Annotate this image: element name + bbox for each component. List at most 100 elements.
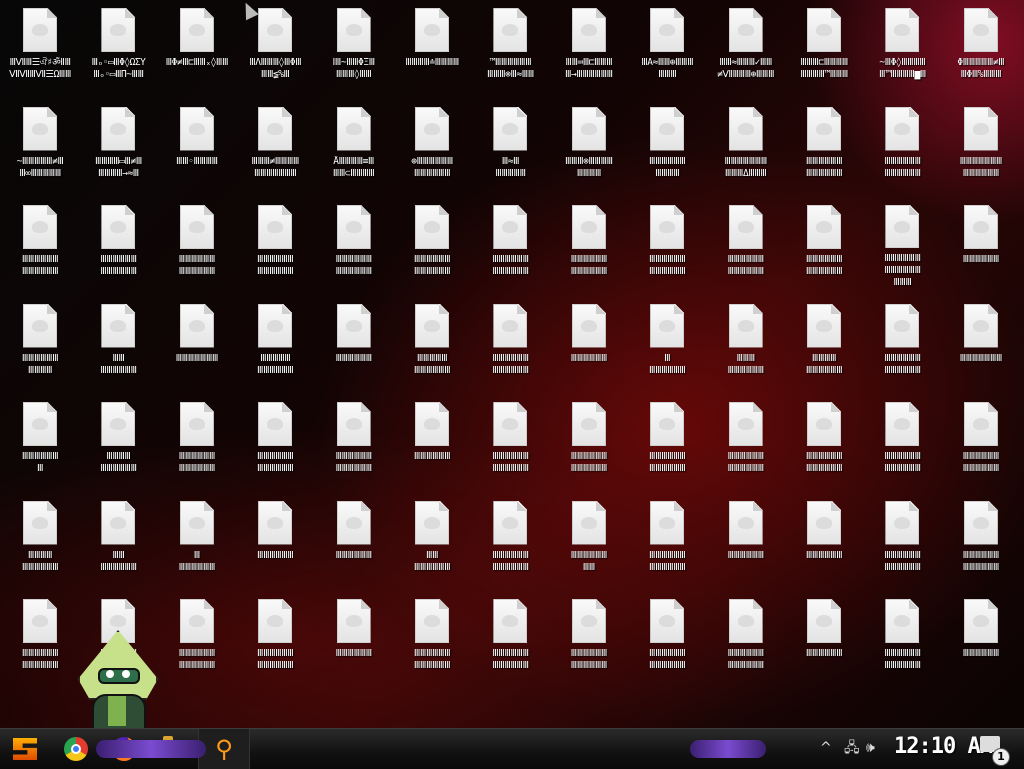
desktop-file-icon[interactable]: ΦⅢⅢⅢⅢⅢ≠Ⅲ ⅢΦⅢ%ⅢⅢⅢ <box>942 0 1020 92</box>
desktop-file-icon[interactable]: ⅢⅢⅢⅢⅢⅢ <box>942 197 1020 289</box>
desktop-file-icon[interactable]: ⅢⅢⅢⅢⅢⅢ <box>315 493 393 585</box>
desktop-file-icon[interactable]: ⅢΑ≈ⅢⅢ⊕ⅢⅢⅢ ⅢⅢⅢ <box>628 0 706 92</box>
desktop-file-icon[interactable]: ⅢⅢ ⅢⅢⅢⅢⅢⅢ <box>79 296 157 388</box>
desktop-file-icon[interactable]: ™ⅢⅢⅢⅢⅢⅢ ⅢⅢⅢ⊗Ⅲ≈ⅢⅢ <box>471 0 549 92</box>
desktop-file-icon[interactable]: ⅢⅢⅢⅢⅢⅢ ⅢⅢⅢⅢⅢⅢ <box>393 591 471 683</box>
desktop-file-icon[interactable]: ⅢⅢⅢ⊗ⅢⅢⅢⅢ ⅢⅢⅢⅢ <box>550 99 628 191</box>
desktop-file-icon[interactable]: Ⅲ ⅢⅢⅢⅢⅢⅢ <box>628 296 706 388</box>
desktop-file-icon[interactable]: ⅢⅢ≈ⅢⅢⅢ✓ⅢⅢ ≠ⅦⅢⅢⅢ⊕ⅢⅢⅢ <box>707 0 785 92</box>
file-label: ⅢⅢⅢⅢ▭Ⅲ≠Ⅲ ⅢⅢⅢⅢ→≈Ⅲ <box>95 155 142 179</box>
desktop-file-icon[interactable]: ⅢⅢⅢⅢⅢⅢ ⅢⅢⅢⅢⅢⅢ <box>158 197 236 289</box>
desktop-file-icon[interactable]: ⅢⅢⅢⅢⅢ ⅢⅢⅢⅢⅢⅢ <box>393 296 471 388</box>
desktop-file-icon[interactable]: ⅢⅢⅢⅢⅢⅢ ⅢⅢⅢⅢⅢⅢ <box>785 99 863 191</box>
desktop-file-icon[interactable]: ⅢⅢⅢⅢⅢⅢ ⅢⅢⅢⅢⅢⅢ <box>707 197 785 289</box>
desktop-file-icon[interactable]: ⅢⅢⅢⅢⅢⅢ <box>315 591 393 683</box>
desktop-file-icon[interactable]: ~ⅢΦ◊ⅢⅢⅢⅢ Ⅲ™ⅢⅢⅢⅢ▆Ⅲ <box>863 0 941 92</box>
desktop-file-icon[interactable]: ⅢⅢⅢⅢⅢⅢ ⅢⅢⅢⅢⅢⅢ <box>236 197 314 289</box>
desktop-file-icon[interactable]: ⅢⅢⅢⅢ ⅢⅢⅢⅢⅢⅢ <box>79 394 157 486</box>
desktop-file-icon[interactable]: ⅢⅦⅢ☰ঐ♯ॐⅡⅢ ⅦⅦⅢⅦ☰ΩⅢⅢ <box>1 0 79 92</box>
desktop-file-icon[interactable]: ⅢⅢⅢⅢⅢⅢ ⅢⅢⅢⅢⅢⅢ <box>628 493 706 585</box>
desktop-file-icon[interactable]: ⅢⅢⅢⅢⅢⅢ ⅢⅢⅢⅢⅢⅢ <box>785 197 863 289</box>
desktop-file-icon[interactable]: ⅢⅢⅢⅢⅢⅢ ⅢⅢⅢⅢ <box>1 296 79 388</box>
desktop-file-icon[interactable]: ⅢⅢⅢⅢⅢⅢ ⅢⅢⅢⅢⅢⅢ <box>550 197 628 289</box>
desktop-file-icon[interactable]: ⅢⅢⅢⅢ▭Ⅲ≠Ⅲ ⅢⅢⅢⅢ→≈Ⅲ <box>79 99 157 191</box>
desktop-file-icon[interactable]: ⅢⅢⅢⅢⅢⅢ <box>942 591 1020 683</box>
tray-overflow-chevron-icon[interactable]: ^ <box>820 738 832 758</box>
desktop-file-icon[interactable]: ⅢⅢⅢⅢⅢⅢ ⅢⅢⅢⅢⅢⅢ <box>315 197 393 289</box>
desktop-file-icon[interactable]: ⅢⅢⅢ ⅢⅢⅢⅢⅢⅢ <box>707 296 785 388</box>
desktop-file-icon[interactable]: ⅢⅢⅢⅢⅢⅢ ⅢⅢⅢⅢⅢⅢ <box>471 197 549 289</box>
volume-icon[interactable]: 🕪 <box>866 738 875 758</box>
desktop-file-icon[interactable]: ⅢⅢⅢ≠ⅢⅢⅢⅢ ⅢⅢⅢⅢⅢⅢⅢ <box>236 99 314 191</box>
desktop-file-icon[interactable]: ⅢⅢ ⅢⅢⅢⅢⅢⅢ <box>79 493 157 585</box>
desktop-file-icon[interactable]: ⅢⅢⅢⅢⅢⅢ ⅢⅢⅢⅢⅢⅢ <box>1 197 79 289</box>
file-icon <box>179 8 214 52</box>
desktop-file-icon[interactable]: ⅢⅢⅢⅢⅢⅢⅢ <box>942 296 1020 388</box>
desktop-file-icon[interactable]: ⅢⅢⅢⅢⅢⅢ ⅢⅢⅢⅢⅢⅢ <box>158 591 236 683</box>
network-icon[interactable]: 🖧 <box>844 738 860 758</box>
desktop-file-icon[interactable]: ⅢⅢⅢⅢⅢⅢ ⅢⅢⅢⅢⅢⅢ <box>236 394 314 486</box>
desktop-file-icon[interactable]: ⅢⅢⅢⅢⅢⅢ ⅢⅢⅢⅢⅢⅢ <box>863 99 941 191</box>
file-icon <box>963 402 998 446</box>
desktop-file-icon[interactable]: ⅢⅢⅢⅢⅢⅢ <box>236 493 314 585</box>
desktop-file-icon[interactable]: ⅢⅢⅢⅢⅢⅢ ⅢⅢ <box>550 493 628 585</box>
desktop-file-icon[interactable]: ⅢⅢⅢⅢⅢⅢ ⅢⅢⅢⅢⅢⅢ <box>707 394 785 486</box>
desktop-file-icon[interactable]: Ⅲ ⅢⅢⅢⅢⅢⅢ <box>158 493 236 585</box>
desktop-file-icon[interactable]: ⅢⅢⅢⅢⅢⅢ <box>785 591 863 683</box>
desktop-file-icon[interactable]: ⅢⅢⅢⅢⅢⅢ ⅢⅢⅢⅢⅢⅢ <box>393 197 471 289</box>
desktop-file-icon[interactable]: ⅠⅢ~ⅢⅢΦΞⅢ ⅢⅢⅢ◊ⅢⅢ <box>315 0 393 92</box>
file-label: ⅢⅢⅢⅢⅢⅢ <box>335 648 372 659</box>
desktop-file-icon[interactable]: ⅢⅢⅢⅢⅢⅢ ⅢⅢⅢⅢⅢⅢ <box>863 296 941 388</box>
desktop[interactable]: ⅢⅦⅢ☰ঐ♯ॐⅡⅢ ⅦⅦⅢⅦ☰ΩⅢⅢ Ⅲₒ◦▭ⅢΦ◊ΩΣΥ Ⅲₒ◦▭ⅢΠ~ⅢⅢ ⅢΦ… <box>0 0 1024 728</box>
desktop-file-icon[interactable]: ⅢⅢⅢⅢⅢⅢ ⅢⅢⅢⅢⅢⅢ <box>550 394 628 486</box>
desktop-file-icon[interactable]: ⅢⅢⅢⅢⅢⅢ ⅢⅢⅢⅢⅢⅢ <box>628 591 706 683</box>
desktop-file-icon[interactable]: ⅢⅢⅢⅢⅢⅢ <box>785 493 863 585</box>
desktop-file-icon[interactable]: ⅢⅢⅢⅢⅢⅢⅢ ⅢⅢⅢΔⅢⅢⅢ <box>707 99 785 191</box>
desktop-file-icon[interactable]: ⅢⅢⅢⅢⅢⅢ ⅢⅢⅢⅢⅢⅢ <box>863 394 941 486</box>
desktop-file-icon[interactable]: ⅢⅢⅢⅢⅢⅢ <box>550 296 628 388</box>
desktop-file-icon[interactable]: ⅢⅢⅢⅢⅢⅢ ⅢⅢⅢⅢⅢⅢ ⅢⅢⅢ <box>863 197 941 289</box>
desktop-file-icon[interactable]: ⅢⅢⅢⅢⅢⅢ ⅢⅢⅢⅢ <box>628 99 706 191</box>
desktop-file-icon[interactable]: ⅢⅢⅢⅢⅢⅢ ⅢⅢⅢⅢⅢⅢ <box>628 394 706 486</box>
desktop-file-icon[interactable]: ⅢⅢⅢ⊏ⅢⅢⅢⅢ ⅢⅢⅢⅢ™ⅢⅢⅢ <box>785 0 863 92</box>
desktop-file-icon[interactable]: ⅢⅢⅢⅢⅢⅢ ⅢⅢⅢⅢⅢⅢ <box>785 394 863 486</box>
desktop-file-icon[interactable]: ⅢⅢⅢⅢⅢⅢ ⅢⅢⅢⅢⅢⅢ <box>79 197 157 289</box>
desktop-file-icon[interactable]: ⅢⅢⅢⅢⅢⅢⅢ ⅢⅢⅢⅢⅢⅢ <box>942 99 1020 191</box>
desktop-file-icon[interactable]: ⅢⅢⅢⅢ≐ⅢⅢⅢⅢ <box>393 0 471 92</box>
desktop-file-icon[interactable]: ⅢⅢⅢⅢⅢⅢ ⅢⅢⅢⅢⅢⅢ <box>1 591 79 683</box>
desktop-file-icon[interactable]: ⅢⅢⅢⅢⅢⅢ ⅢⅢⅢⅢⅢⅢ <box>942 493 1020 585</box>
desktop-file-icon[interactable]: ⅢⅢⅢⅢⅢⅢ ⅢⅢⅢⅢⅢⅢ <box>863 493 941 585</box>
desktop-file-icon[interactable]: Ⅲₒ◦▭ⅢΦ◊ΩΣΥ Ⅲₒ◦▭ⅢΠ~ⅢⅢ <box>79 0 157 92</box>
desktop-file-icon[interactable]: ⅢⅢⅢⅢⅢ ⅢⅢⅢⅢⅢⅢ <box>236 296 314 388</box>
desktop-file-icon[interactable]: ⅢⅢ≕Ⅲ⊏ⅢⅢⅢ Ⅲ→ⅢⅢⅢⅢⅢⅢ <box>550 0 628 92</box>
desktop-file-icon[interactable]: Ⅲ≈Ⅲ ⅢⅢⅢⅢⅢ <box>471 99 549 191</box>
desktop-file-icon[interactable]: ⅢⅢⅢⅢⅢⅢ ⅢⅢⅢⅢⅢⅢ <box>707 591 785 683</box>
desktop-file-icon[interactable]: ⅢⅢⅢⅢⅢⅢ ⅢⅢⅢⅢⅢⅢ <box>315 394 393 486</box>
desktop-file-icon[interactable]: ⅢⅢ ⅢⅢⅢⅢⅢⅢ <box>393 493 471 585</box>
desktop-file-icon[interactable]: ⅢⅢⅢⅢⅢⅢ ⅢⅢⅢⅢⅢⅢ <box>236 591 314 683</box>
desktop-file-icon[interactable]: ⅢⅢⅢⅢⅢⅢ ⅢⅢⅢⅢⅢⅢ <box>471 394 549 486</box>
desktop-file-icon[interactable]: ⊕ⅢⅢⅢⅢⅢⅢ ⅢⅢⅢⅢⅢⅢ <box>393 99 471 191</box>
desktop-file-icon[interactable]: ⅢⅢⅢⅢⅢⅢ ⅢⅢⅢⅢⅢⅢ <box>550 591 628 683</box>
desktop-file-icon[interactable]: ⅢⅢⅢⅢ ⅢⅢⅢⅢⅢⅢ <box>1 493 79 585</box>
taskbar-clock[interactable]: 12:10 AM <box>894 734 993 759</box>
desktop-file-icon[interactable]: ⅢⅢⅢⅢⅢⅢ <box>393 394 471 486</box>
desktop-file-icon[interactable]: ⅢΦ≠Ⅲ⊏ⅢⅢₓ◊ⅢⅢ <box>158 0 236 92</box>
desktop-file-icon[interactable]: ⅢⅢⅢⅢⅢⅢ ⅢⅢⅢⅢⅢⅢ <box>942 394 1020 486</box>
desktop-file-icon[interactable]: ÅⅢⅢⅢⅢ≡Ⅲ ⅢⅢ⊂ⅢⅢⅢⅢ <box>315 99 393 191</box>
desktop-file-icon[interactable]: ~ⅢⅢⅢⅢⅢ≠Ⅲ Ⅲ∞ⅢⅢⅢⅢⅢ <box>1 99 79 191</box>
desktop-file-icon[interactable]: ⅢⅢⅢⅢⅢⅢ ⅢⅢⅢⅢⅢⅢ <box>471 493 549 585</box>
desktop-file-icon[interactable]: ⅢⅢⅢⅢⅢⅢ ⅢⅢⅢⅢⅢⅢ <box>628 197 706 289</box>
desktop-file-icon[interactable]: ⅢⅢⅢⅢⅢⅢ ⅢⅢⅢⅢⅢⅢ <box>863 591 941 683</box>
desktop-file-icon[interactable]: ⅢⅢⅢⅢⅢⅢ ⅢⅢⅢⅢⅢⅢ <box>471 591 549 683</box>
taskbar-chrome-button[interactable] <box>60 734 92 764</box>
desktop-file-icon[interactable]: ⅢⅢⅢⅢⅢⅢ ⅢⅢⅢⅢⅢⅢ <box>471 296 549 388</box>
start-button[interactable] <box>8 734 42 764</box>
desktop-file-icon[interactable]: ⅢⅢⅢⅢⅢⅢⅢ <box>158 296 236 388</box>
desktop-file-icon[interactable]: ⅢⅢⅢⅢⅢⅢ <box>707 493 785 585</box>
desktop-file-icon[interactable]: ⅢⅢⅢⅢⅢⅢ Ⅲ <box>1 394 79 486</box>
desktop-file-icon[interactable]: ⅢⅢ◦ⅢⅢⅢⅢ <box>158 99 236 191</box>
desktop-file-icon[interactable]: ⅢⅢⅢⅢⅢⅢ ⅢⅢⅢⅢⅢⅢ <box>158 394 236 486</box>
desktop-file-icon[interactable]: ⅢⅢⅢⅢ ⅢⅢⅢⅢⅢⅢ <box>785 296 863 388</box>
desktop-file-icon[interactable]: ⅢⅢⅢⅢⅢⅢ <box>315 296 393 388</box>
